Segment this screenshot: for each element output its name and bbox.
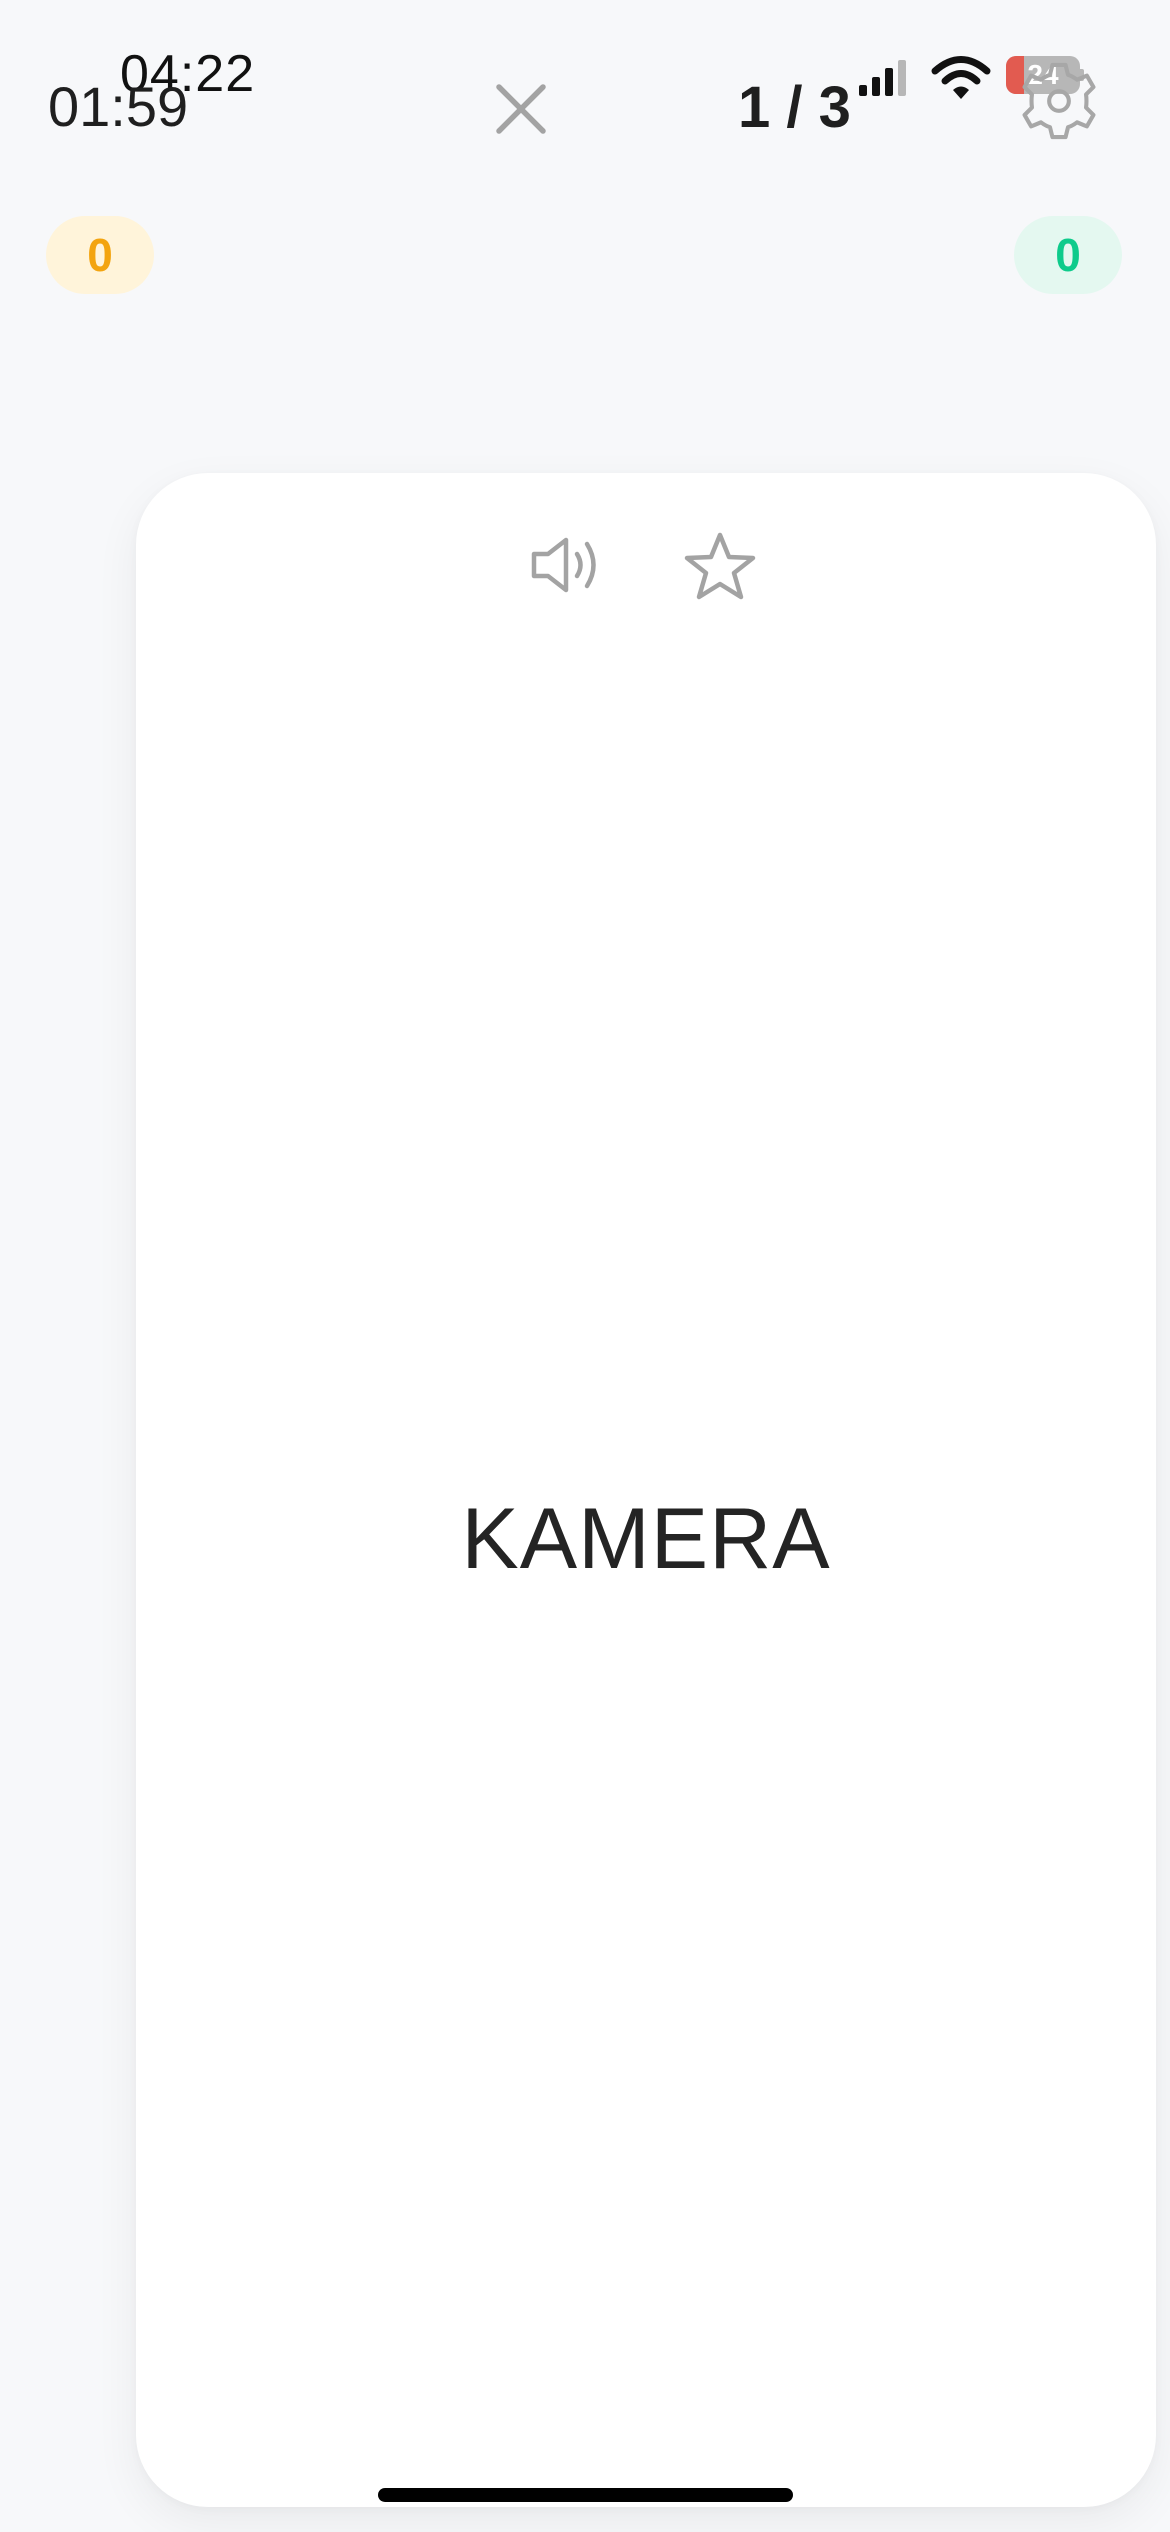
favorite-button[interactable] [683,530,757,604]
card-word: KAMERA [461,1491,831,1587]
gear-icon [1022,62,1096,140]
close-icon [496,84,546,134]
wifi-icon [930,54,992,100]
timer: 01:59 [48,75,189,138]
close-button[interactable] [490,78,552,140]
score-badge-left: 0 [46,216,154,294]
audio-button[interactable] [530,532,604,598]
speaker-icon [531,537,596,593]
score-badge-right: 0 [1014,216,1122,294]
settings-button[interactable] [1018,60,1100,142]
home-indicator[interactable] [378,2488,793,2502]
progress-indicator: 1 / 3 [738,75,851,140]
star-icon [684,532,756,600]
signal-icon [855,58,917,98]
